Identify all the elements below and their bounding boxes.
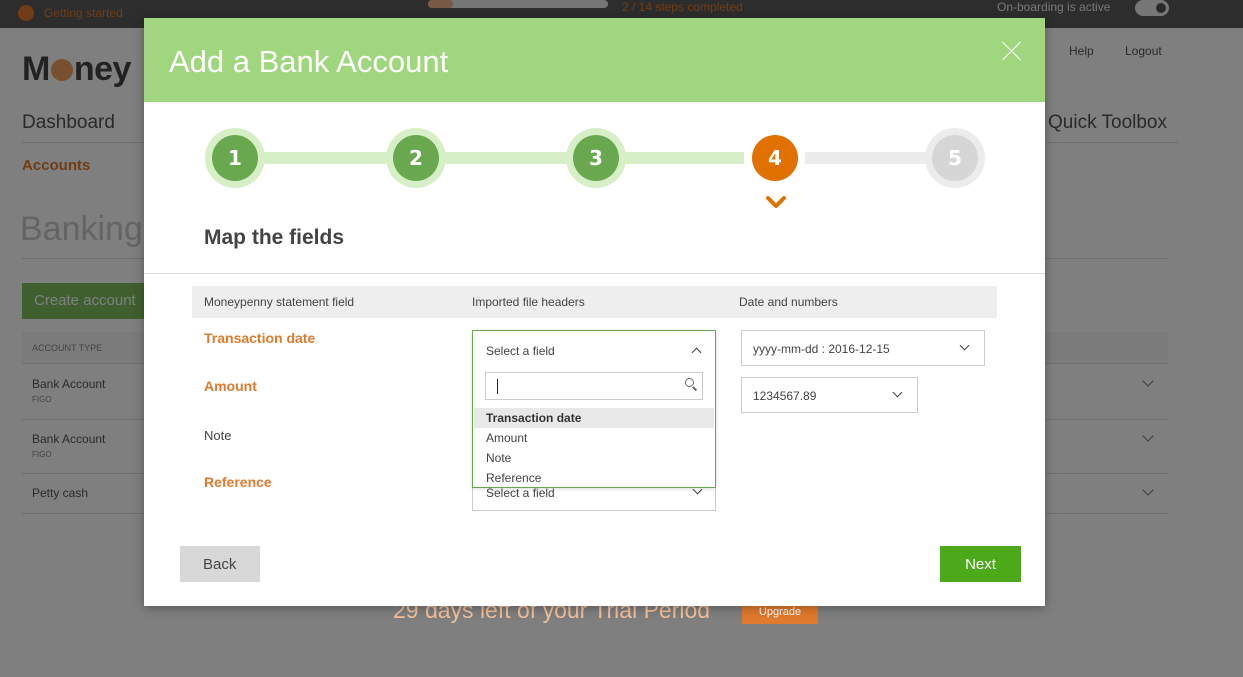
step-3[interactable]: 3 — [566, 128, 626, 188]
field-reference: Reference — [204, 474, 272, 490]
step-1[interactable]: 1 — [205, 128, 265, 188]
dropdown-option[interactable]: Reference — [474, 468, 714, 488]
column-statement-field: Moneypenny statement field — [204, 295, 355, 309]
column-file-headers: Imported file headers — [472, 295, 585, 309]
close-icon[interactable] — [1001, 40, 1023, 62]
text-cursor — [497, 379, 498, 394]
back-button[interactable]: Back — [180, 546, 260, 582]
dropdown-option[interactable]: Amount — [474, 428, 714, 448]
chevron-down-icon — [959, 340, 970, 351]
step-5: 5 — [925, 128, 985, 188]
modal-title: Add a Bank Account — [169, 44, 449, 79]
transaction-date-header-select[interactable]: Select a field Transaction date Amount N… — [472, 330, 716, 488]
field-transaction-date: Transaction date — [204, 330, 316, 346]
chevron-down-icon — [892, 387, 903, 398]
chevron-up-icon[interactable] — [691, 347, 702, 358]
field-note: Note — [204, 428, 232, 443]
section-divider — [144, 273, 1045, 274]
date-format-select[interactable]: yyyy-mm-dd : 2016-12-15 — [741, 330, 985, 366]
add-bank-account-modal: Add a Bank Account 1 2 3 4 5 Map the fie… — [144, 18, 1045, 606]
select-current-value: Select a field — [486, 344, 555, 358]
step-2[interactable]: 2 — [386, 128, 446, 188]
dropdown-option[interactable]: Transaction date — [474, 408, 714, 428]
section-title: Map the fields — [204, 226, 345, 249]
step-4[interactable]: 4 — [745, 128, 805, 188]
dropdown-option[interactable]: Note — [474, 448, 714, 468]
chevron-down-icon — [766, 196, 786, 208]
number-format-select[interactable]: 1234567.89 — [741, 377, 918, 413]
next-button[interactable]: Next — [940, 546, 1021, 582]
dropdown-search-input[interactable] — [485, 372, 703, 400]
field-amount: Amount — [204, 378, 257, 394]
search-icon — [685, 378, 694, 387]
modal-header: Add a Bank Account — [144, 18, 1045, 102]
column-date-numbers: Date and numbers — [739, 295, 838, 309]
mapping-table-header: Moneypenny statement field Imported file… — [192, 286, 997, 318]
stepper-track-complete — [264, 152, 744, 164]
